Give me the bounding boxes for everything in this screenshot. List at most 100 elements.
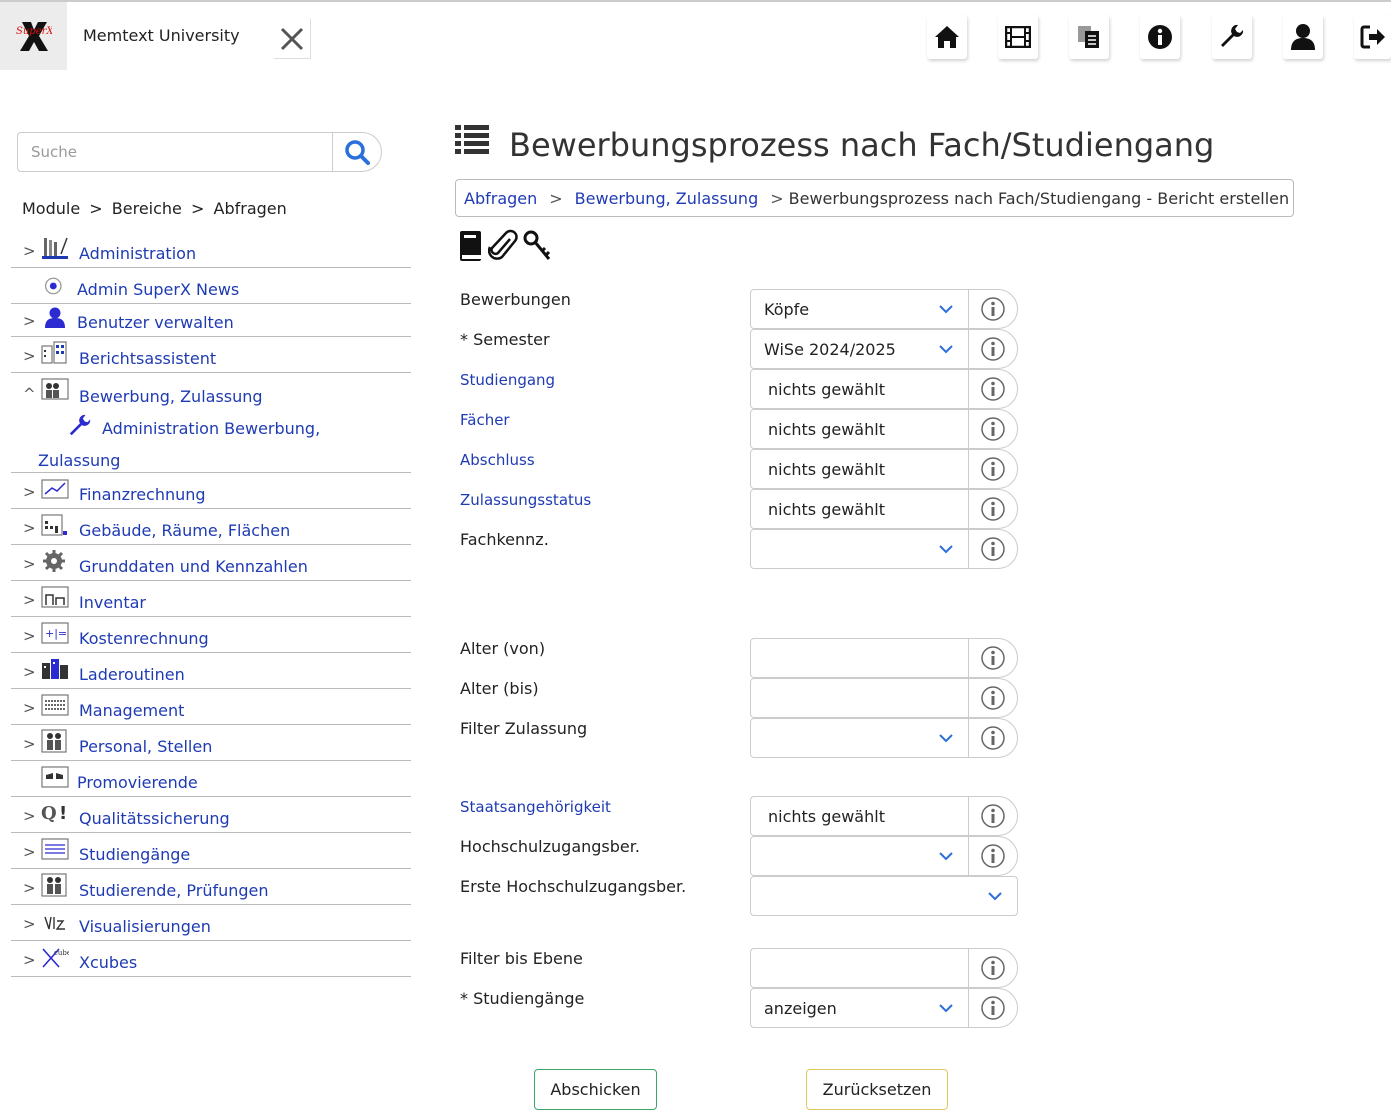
expand-toggle[interactable]: > — [23, 951, 36, 969]
paperclip-icon[interactable] — [488, 229, 518, 263]
info-button-fachkennz[interactable] — [968, 529, 1018, 569]
expand-toggle[interactable]: > — [23, 591, 36, 609]
tree-item-inventar[interactable]: > Inventar — [11, 581, 411, 617]
tree-item-berichtsassistent[interactable]: > Berichtsassistent — [11, 337, 411, 373]
input-alter-von[interactable] — [750, 638, 969, 678]
field-abschluss[interactable]: nichts gewählt — [750, 449, 969, 489]
tree-item-finanzrechnung[interactable]: > Finanzrechnung — [11, 473, 411, 509]
expand-toggle[interactable]: > — [23, 843, 36, 861]
close-button[interactable] — [274, 19, 311, 59]
logout-button[interactable] — [1354, 15, 1391, 59]
info-button-alter-von[interactable] — [968, 638, 1018, 678]
info-icon — [981, 804, 1005, 828]
tree-item-admin-news[interactable]: Admin SuperX News — [11, 268, 411, 304]
tree-item-xcubes[interactable]: > cube Xcubes — [11, 941, 411, 977]
search-input[interactable] — [17, 132, 333, 172]
info-button-studiengaenge[interactable] — [968, 988, 1018, 1028]
info-button-semester[interactable] — [968, 329, 1018, 369]
info-button-abschluss[interactable] — [968, 449, 1018, 489]
superx-logo[interactable]: SuperX — [0, 2, 67, 70]
tree-item-kostenrechnung[interactable]: > +|= Kostenrechnung — [11, 617, 411, 653]
tree-item-laderoutinen[interactable]: > Laderoutinen — [11, 653, 411, 689]
expand-toggle[interactable]: > — [23, 483, 36, 501]
field-zulassungsstatus[interactable]: nichts gewählt — [750, 489, 969, 529]
tree-item-qualitaet[interactable]: > Q! Qualitätssicherung — [11, 797, 411, 833]
info-button-staatsangehoerigkeit[interactable] — [968, 796, 1018, 836]
expand-toggle[interactable]: > — [23, 555, 36, 573]
tree-item-studiengaenge[interactable]: > Studiengänge — [11, 833, 411, 869]
select-hzb[interactable] — [750, 836, 969, 876]
tree-item-promovierende[interactable]: Promovierende — [11, 761, 411, 797]
tree-item-visualisierungen[interactable]: > Visualisierungen — [11, 905, 411, 941]
breadcrumb-link-bewerbung[interactable]: Bewerbung, Zulassung — [575, 189, 759, 208]
link-studiengang[interactable]: Studiengang — [460, 371, 555, 389]
link-zulassungsstatus[interactable]: Zulassungsstatus — [460, 491, 591, 509]
tree-item-grunddaten[interactable]: > Grunddaten und Kennzahlen — [11, 545, 411, 581]
info-button[interactable] — [1140, 15, 1180, 59]
field-staatsangehoerigkeit[interactable]: nichts gewählt — [750, 796, 969, 836]
info-icon — [981, 726, 1005, 750]
home-button[interactable] — [927, 15, 967, 59]
field-studiengang[interactable]: nichts gewählt — [750, 369, 969, 409]
info-button-hzb[interactable] — [968, 836, 1018, 876]
info-button-alter-bis[interactable] — [968, 678, 1018, 718]
user-button[interactable] — [1283, 15, 1323, 59]
info-icon — [981, 377, 1005, 401]
submit-button[interactable]: Abschicken — [534, 1069, 657, 1110]
svg-text:!: ! — [59, 803, 67, 824]
info-button-zulassungsstatus[interactable] — [968, 489, 1018, 529]
film-button[interactable] — [998, 15, 1038, 59]
tree-item-personal[interactable]: > Personal, Stellen — [11, 725, 411, 761]
link-faecher[interactable]: Fächer — [460, 411, 510, 429]
keys-icon[interactable] — [522, 229, 552, 263]
tree-item-label: Management — [79, 701, 185, 720]
info-button-filter-ebene[interactable] — [968, 948, 1018, 988]
breadcrumb: Abfragen > Bewerbung, Zulassung > Bewerb… — [455, 179, 1294, 217]
input-alter-bis[interactable] — [750, 678, 969, 718]
breadcrumb-bereiche[interactable]: Bereiche — [112, 199, 182, 218]
search-button[interactable] — [332, 132, 382, 172]
info-button-studiengang[interactable] — [968, 369, 1018, 409]
info-button-faecher[interactable] — [968, 409, 1018, 449]
expand-toggle[interactable]: > — [23, 807, 36, 825]
select-bewerbungen[interactable]: Köpfe — [750, 289, 969, 329]
input-filter-ebene[interactable] — [750, 948, 969, 988]
tree-item-studierende[interactable]: > Studierende, Prüfungen — [11, 869, 411, 905]
tree-item-bewerbung[interactable]: ^ Bewerbung, Zulassung Administration Be… — [11, 373, 411, 473]
breadcrumb-module[interactable]: Module — [22, 199, 80, 218]
breadcrumb-link-abfragen[interactable]: Abfragen — [464, 189, 537, 208]
info-button-filter-zulassung[interactable] — [968, 718, 1018, 758]
select-filter-zulassung[interactable] — [750, 718, 969, 758]
chevron-down-icon — [939, 305, 953, 314]
select-fachkennz[interactable] — [750, 529, 969, 569]
link-staatsangehoerigkeit[interactable]: Staatsangehörigkeit — [460, 798, 611, 816]
expand-toggle[interactable]: > — [23, 879, 36, 897]
settings-button[interactable] — [1212, 15, 1252, 59]
reset-button[interactable]: Zurücksetzen — [806, 1069, 948, 1110]
tree-item-gebaeude[interactable]: > Gebäude, Räume, Flächen — [11, 509, 411, 545]
tree-subitem-label: Administration Bewerbung, — [102, 419, 321, 438]
expand-toggle[interactable]: > — [23, 519, 36, 537]
report-toolbar — [458, 229, 552, 263]
expand-toggle[interactable]: > — [23, 735, 36, 753]
expand-toggle[interactable]: > — [23, 915, 36, 933]
expand-toggle[interactable]: > — [23, 627, 36, 645]
field-faecher[interactable]: nichts gewählt — [750, 409, 969, 449]
expand-toggle[interactable]: > — [23, 699, 36, 717]
select-studiengaenge[interactable]: anzeigen — [750, 988, 969, 1028]
select-erste-hzb[interactable] — [750, 876, 1018, 916]
expand-toggle[interactable]: > — [23, 312, 36, 330]
expand-toggle[interactable]: > — [23, 663, 36, 681]
copy-button[interactable] — [1069, 15, 1109, 59]
expand-toggle[interactable]: > — [23, 347, 36, 365]
tree-item-benutzer[interactable]: > Benutzer verwalten — [11, 304, 411, 337]
info-button-bewerbungen[interactable] — [968, 289, 1018, 329]
breadcrumb-abfragen[interactable]: Abfragen — [214, 199, 287, 218]
book-icon[interactable] — [458, 229, 484, 263]
tree-item-management[interactable]: > Management — [11, 689, 411, 725]
expand-toggle[interactable]: > — [23, 242, 36, 260]
select-semester[interactable]: WiSe 2024/2025 — [750, 329, 969, 369]
link-abschluss[interactable]: Abschluss — [460, 451, 535, 469]
tree-item-administration[interactable]: > Administration — [11, 232, 411, 268]
collapse-toggle[interactable]: ^ — [23, 385, 36, 403]
